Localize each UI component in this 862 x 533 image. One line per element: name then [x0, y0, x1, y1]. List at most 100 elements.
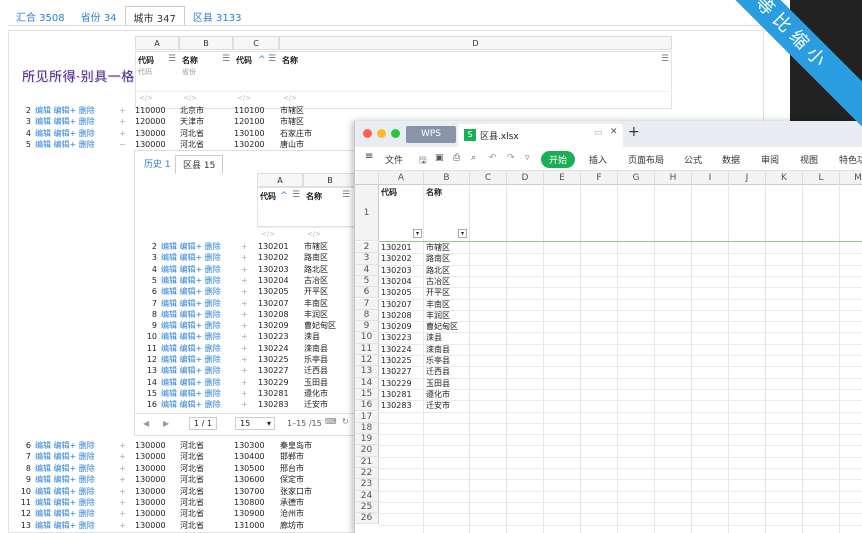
row-number[interactable]: 23 [355, 479, 379, 491]
expand-icon[interactable]: + [119, 105, 126, 116]
tab-county[interactable]: 区县 3133 [185, 6, 250, 26]
wps-app-tab[interactable]: WPS [406, 126, 456, 143]
edit-plus-link[interactable]: 编辑+ [180, 310, 203, 319]
menu-icon[interactable]: ☰ [661, 54, 669, 64]
menu-icon[interactable]: ☰ [168, 54, 176, 64]
expand-icon[interactable]: + [119, 520, 126, 531]
expand-icon[interactable]: + [241, 365, 248, 376]
cell-a[interactable]: 130281 [381, 389, 412, 400]
col-letter[interactable]: J [729, 171, 766, 185]
delete-link[interactable]: 删除 [205, 265, 221, 274]
hamburger-icon[interactable]: ≡ [365, 151, 373, 162]
delete-link[interactable]: 删除 [205, 378, 221, 387]
page-size-select[interactable]: 15 ▾ [235, 417, 275, 430]
edit-plus-link[interactable]: 编辑+ [180, 332, 203, 341]
cell-a[interactable]: 130223 [381, 332, 412, 343]
cell-b[interactable]: 路北区 [426, 265, 450, 276]
cell-a[interactable]: 130204 [381, 276, 412, 287]
expand-icon[interactable]: + [119, 440, 126, 451]
edit-link[interactable]: 编辑 [161, 253, 177, 262]
expand-icon[interactable]: + [241, 241, 248, 252]
edit-link[interactable]: 编辑 [35, 441, 51, 450]
edit-plus-link[interactable]: 编辑+ [54, 487, 77, 496]
edit-link[interactable]: 编辑 [35, 129, 51, 138]
delete-link[interactable]: 删除 [79, 441, 95, 450]
row-number[interactable]: 16 [355, 400, 379, 412]
col-letter[interactable]: F [581, 171, 618, 185]
edit-plus-link[interactable]: 编辑+ [54, 106, 77, 115]
edit-plus-link[interactable]: 编辑+ [180, 400, 203, 409]
delete-link[interactable]: 删除 [205, 355, 221, 364]
edit-link[interactable]: 编辑 [35, 487, 51, 496]
row-number[interactable]: 26 [355, 513, 379, 525]
col-letter[interactable]: H [655, 171, 692, 185]
expand-icon[interactable]: + [241, 252, 248, 263]
cell-b[interactable]: 丰润区 [426, 310, 450, 321]
edit-plus-link[interactable]: 编辑+ [54, 498, 77, 507]
pin-icon[interactable]: ▭ [594, 128, 603, 138]
col-letter[interactable]: C [470, 171, 507, 185]
expand-icon[interactable]: + [241, 264, 248, 275]
edit-link[interactable]: 编辑 [161, 389, 177, 398]
expand-icon[interactable]: + [119, 451, 126, 462]
delete-link[interactable]: 删除 [79, 452, 95, 461]
delete-link[interactable]: 删除 [79, 140, 95, 149]
edit-plus-link[interactable]: 编辑+ [180, 389, 203, 398]
edit-plus-link[interactable]: 编辑+ [180, 366, 203, 375]
delete-link[interactable]: 删除 [79, 106, 95, 115]
filter-icon[interactable]: </> [237, 94, 251, 102]
edit-plus-link[interactable]: 编辑+ [54, 129, 77, 138]
save-icon[interactable]: 🖫 [419, 153, 427, 169]
keyboard-icon[interactable]: ⌨ [325, 417, 337, 426]
menu-icon[interactable]: ☰ [222, 54, 230, 64]
row-number[interactable]: 1 [355, 185, 379, 241]
edit-plus-link[interactable]: 编辑+ [54, 475, 77, 484]
export-icon[interactable]: ▣ [435, 153, 444, 163]
cell-b[interactable]: 市辖区 [426, 242, 450, 253]
expand-icon[interactable]: + [119, 497, 126, 508]
filter-icon[interactable]: </> [139, 94, 153, 102]
col-letter[interactable]: M [840, 171, 862, 185]
edit-link[interactable]: 编辑 [161, 242, 177, 251]
edit-plus-link[interactable]: 编辑+ [180, 287, 203, 296]
delete-link[interactable]: 删除 [205, 276, 221, 285]
cell-a[interactable]: 130229 [381, 378, 412, 389]
new-tab-icon[interactable]: + [628, 124, 640, 140]
delete-link[interactable]: 删除 [205, 389, 221, 398]
row-number[interactable]: 10 [355, 332, 379, 344]
edit-link[interactable]: 编辑 [161, 332, 177, 341]
expand-icon[interactable]: + [241, 343, 248, 354]
next-page-icon[interactable]: ▶ [163, 419, 169, 428]
row-number[interactable]: 5 [355, 275, 379, 288]
row-number[interactable]: 12 [355, 355, 379, 367]
refresh-icon[interactable]: ↻ [342, 417, 349, 426]
edit-plus-link[interactable]: 编辑+ [180, 253, 203, 262]
menu-start[interactable]: 开始 [541, 151, 576, 168]
edit-link[interactable]: 编辑 [161, 378, 177, 387]
edit-link[interactable]: 编辑 [161, 344, 177, 353]
sort-asc-icon[interactable]: ^ [258, 55, 266, 65]
select-all-corner[interactable] [355, 171, 379, 185]
delete-link[interactable]: 删除 [79, 464, 95, 473]
edit-plus-link[interactable]: 编辑+ [180, 321, 203, 330]
cell-b[interactable]: 迁西县 [426, 366, 450, 377]
col-letter[interactable]: D [507, 171, 544, 185]
col-letter[interactable]: G [618, 171, 655, 185]
cell-a[interactable]: 130201 [381, 242, 412, 253]
cell-b[interactable]: 迁安市 [426, 400, 450, 411]
subtab-county[interactable]: 区县 15 [175, 155, 224, 174]
menu-file[interactable]: 文件 [385, 153, 403, 166]
cell-b[interactable]: 曹妃甸区 [426, 321, 458, 332]
close-dot-icon[interactable] [363, 129, 372, 138]
menu-formula[interactable]: 公式 [684, 153, 702, 166]
maximize-dot-icon[interactable] [391, 129, 400, 138]
tab-summary[interactable]: 汇合 3508 [8, 6, 73, 26]
expand-icon[interactable]: + [241, 331, 248, 342]
row-number[interactable]: 4 [355, 264, 379, 276]
row-number[interactable]: 13 [355, 366, 379, 378]
cell-b[interactable]: 路南区 [426, 253, 450, 264]
menu-icon[interactable]: ☰ [292, 190, 300, 200]
edit-plus-link[interactable]: 编辑+ [54, 521, 77, 530]
edit-plus-link[interactable]: 编辑+ [54, 140, 77, 149]
edit-link[interactable]: 编辑 [35, 521, 51, 530]
